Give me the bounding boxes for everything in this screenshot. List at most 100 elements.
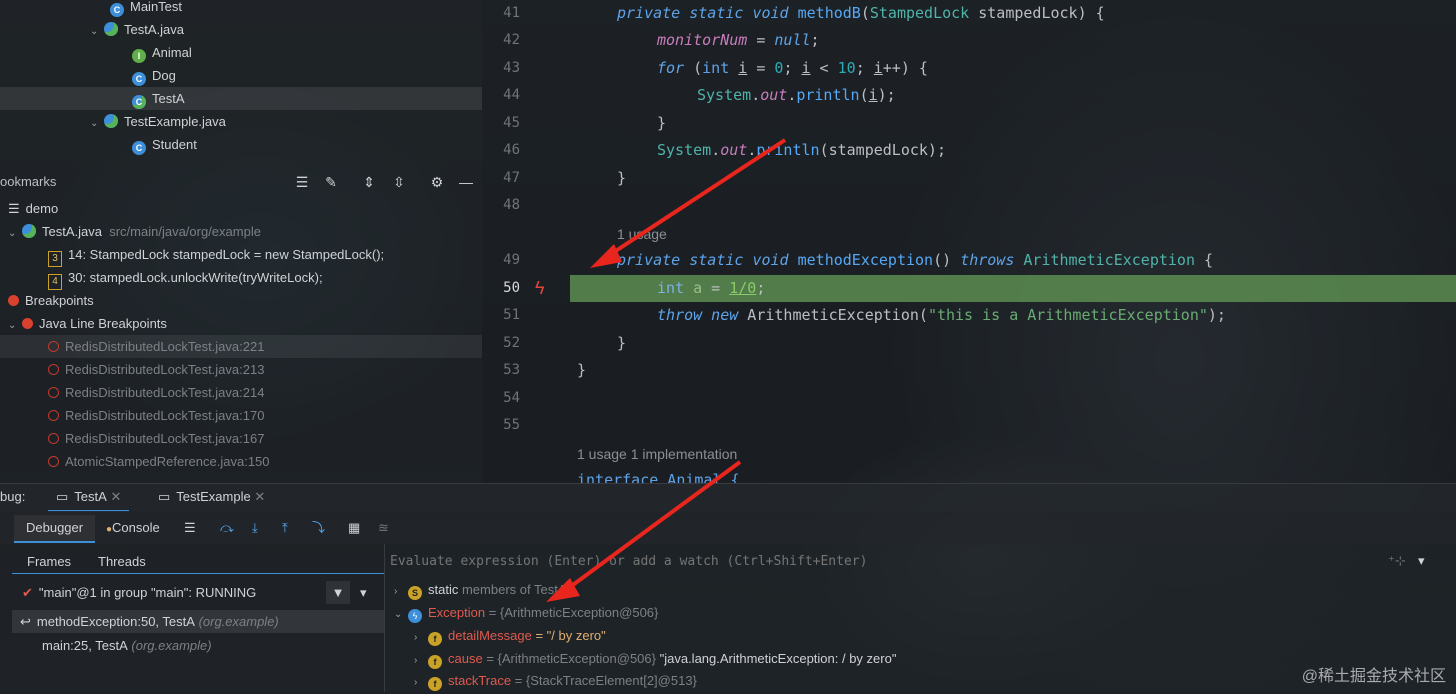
tree-item[interactable]: C Student (132, 133, 197, 156)
tab-frames[interactable]: Frames (27, 550, 71, 573)
chevron-right-icon[interactable]: › (414, 626, 428, 649)
tree-item[interactable]: I Animal (132, 41, 192, 64)
chevron-down-icon[interactable]: ▾ (1418, 549, 1425, 572)
field-icon: f (428, 655, 442, 669)
return-icon: ↩ (20, 614, 31, 629)
line-number: 53 (503, 362, 520, 378)
static-icon: S (408, 586, 422, 600)
chevron-down-icon[interactable]: ⌄ (8, 314, 22, 337)
gear-icon[interactable]: ⚙ (426, 171, 448, 193)
bookmark-entry[interactable]: 4 30: stampedLock.unlockWrite(tryWriteLoc… (48, 266, 323, 290)
chevron-down-icon[interactable]: ⌄ (8, 222, 22, 245)
breakpoint-item[interactable]: RedisDistributedLockTest.java:214 (48, 381, 264, 404)
tree-item[interactable]: ⌄ TestExample.java (90, 110, 226, 133)
field-icon: f (428, 632, 442, 646)
step-into-icon[interactable]: ⤓ (252, 515, 258, 541)
line-number: 47 (503, 170, 520, 186)
breakpoint-item-selected[interactable]: RedisDistributedLockTest.java:221 (0, 335, 482, 358)
evaluate-expression-input[interactable] (388, 548, 1372, 574)
breakpoint-item[interactable]: RedisDistributedLockTest.java:170 (48, 404, 264, 427)
minimize-icon[interactable]: — (455, 171, 477, 193)
java-line-breakpoints-group[interactable]: ⌄ Java Line Breakpoints (8, 312, 167, 335)
edit-icon[interactable]: ✎ (320, 171, 342, 193)
breakpoint-item[interactable]: RedisDistributedLockTest.java:213 (48, 358, 264, 381)
tree-item[interactable]: ⌄ TestA.java (90, 18, 184, 41)
collapse-all-icon[interactable]: ⇳ (388, 171, 410, 193)
code-line-52: } (617, 334, 627, 352)
chevron-down-icon[interactable]: ⌄ (394, 603, 408, 626)
var-stack-trace[interactable]: › f stackTrace = {StackTraceElement[2]@513… (414, 669, 697, 692)
usage-implementation-hint[interactable]: 1 usage 1 implementation (577, 446, 737, 462)
tree-item[interactable]: C Dog (132, 64, 176, 87)
tab-debugger[interactable]: Debugger (14, 515, 96, 543)
usage-hint[interactable]: 1 usage (617, 226, 667, 242)
disabled-breakpoint-icon (48, 364, 59, 375)
line-number: 55 (503, 417, 520, 433)
step-out-icon[interactable]: ⤒ (282, 515, 288, 541)
bookmark-entry[interactable]: 3 14: StampedLock stampedLock = new Stamp… (48, 243, 384, 267)
tab-console[interactable]: ●Console (106, 515, 160, 541)
frame-item[interactable]: main:25, TestA (org.example) (42, 634, 212, 657)
disabled-breakpoint-icon (48, 433, 59, 444)
code-line-45: } (657, 114, 667, 132)
exception-breakpoint-icon[interactable]: ϟ (535, 278, 545, 299)
debug-tab-testa[interactable]: ▭ TestA ✕ (48, 483, 130, 512)
code-line-53: } (577, 361, 587, 379)
line-number: 41 (503, 5, 520, 21)
code-line-43: for (int i = 0; i < 10; i++) { (657, 59, 928, 77)
debug-tab-testexample[interactable]: ▭ TestExample ✕ (150, 483, 273, 510)
project-tree (0, 0, 482, 165)
run-to-cursor-icon[interactable]: ⤵ (312, 515, 325, 541)
chevron-right-icon[interactable]: › (394, 580, 408, 603)
disabled-breakpoint-icon (48, 410, 59, 421)
close-icon[interactable]: ✕ (254, 489, 265, 504)
frame-item-selected[interactable]: ↩ methodException:50, TestA (org.example) (12, 610, 384, 633)
filter-icon[interactable]: ▼ (326, 581, 350, 604)
watermark: @稀土掘金技术社区 (1301, 668, 1446, 685)
breakpoint-icon (22, 318, 33, 329)
check-icon: ✔ (22, 585, 33, 600)
expand-all-icon[interactable]: ⇕ (358, 171, 380, 193)
class-icon: C (132, 95, 146, 109)
line-number: 48 (503, 197, 520, 213)
class-icon: C (110, 3, 124, 17)
breakpoint-icon (8, 295, 19, 306)
interface-icon: I (132, 49, 146, 63)
code-line-44: System.out.println(i); (697, 86, 896, 104)
tree-item-selected[interactable]: C TestA (0, 87, 482, 110)
bookmark-list-demo[interactable]: ☰ demo (8, 197, 58, 220)
var-static-members[interactable]: › Sstatic members of TestA (394, 578, 567, 601)
line-number: 54 (503, 390, 520, 406)
code-line-47: } (617, 169, 627, 187)
bookmark-file[interactable]: ⌄ TestA.java src/main/java/org/example (8, 220, 261, 243)
run-config-icon: ▭ (158, 489, 171, 504)
line-number-current: 50 (503, 280, 520, 296)
breakpoints-group[interactable]: Breakpoints (8, 289, 94, 312)
code-line-56-partial: interface Animal { (577, 471, 740, 483)
trace-icon[interactable]: ≊ (378, 515, 389, 541)
layout-icon[interactable]: ☰ (184, 515, 196, 541)
step-over-icon[interactable]: ⤼ (220, 515, 234, 541)
bookmark-badge: 4 (48, 274, 62, 290)
close-icon[interactable]: ✕ (110, 489, 121, 504)
chevron-down-icon[interactable]: ▾ (360, 581, 367, 604)
add-watch-icon[interactable]: ⁺⊹ (1388, 549, 1406, 572)
disabled-breakpoint-icon (48, 341, 59, 352)
disabled-breakpoint-icon (48, 387, 59, 398)
breakpoint-item[interactable]: AtomicStampedReference.java:150 (48, 450, 270, 473)
evaluate-icon[interactable]: ▦ (348, 515, 360, 541)
breakpoint-item[interactable]: RedisDistributedLockTest.java:167 (48, 427, 264, 450)
var-detail-message[interactable]: › f detailMessage = "/ by zero" (414, 624, 606, 647)
add-list-icon[interactable]: ☰ (291, 171, 313, 193)
var-cause[interactable]: › f cause = {ArithmeticException@506} "jav… (414, 647, 896, 670)
disabled-breakpoint-icon (48, 456, 59, 467)
line-number: 52 (503, 335, 520, 351)
chevron-right-icon[interactable]: › (414, 671, 428, 694)
chevron-down-icon[interactable]: ⌄ (90, 112, 104, 135)
var-exception[interactable]: ⌄ ϟ Exception = {ArithmeticException@506} (394, 601, 658, 624)
tree-item[interactable]: C MainTest (110, 0, 182, 18)
debug-label: bug: (0, 489, 26, 504)
chevron-down-icon[interactable]: ⌄ (90, 20, 104, 43)
tab-threads[interactable]: Threads (98, 550, 146, 573)
thread-selector[interactable]: ✔ "main"@1 in group "main": RUNNING (22, 581, 322, 604)
